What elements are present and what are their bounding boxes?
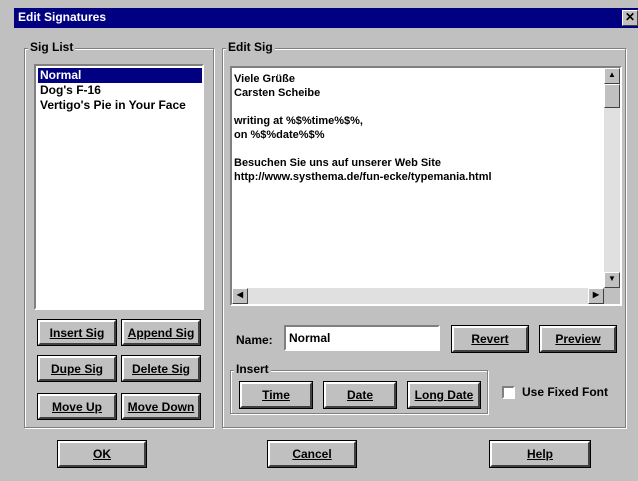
append-sig-button[interactable]: Append Sig (121, 319, 201, 346)
use-fixed-font-checkbox[interactable] (502, 386, 515, 399)
sig-line: http://www.systhema.de/fun-ecke/typemani… (234, 171, 492, 183)
insert-date-button[interactable]: Date (323, 381, 397, 409)
sig-line: writing at %$%time%$%, (234, 115, 363, 127)
insert-group-label: Insert (234, 362, 271, 376)
window-title: Edit Signatures (18, 10, 107, 24)
scrollbar-corner (604, 288, 620, 304)
name-field[interactable]: Normal (284, 325, 440, 351)
signature-textarea[interactable]: Viele Grüße Carsten Scheibe writing at %… (230, 66, 622, 306)
close-button[interactable]: ✕ (622, 10, 638, 26)
help-button[interactable]: Help (489, 440, 591, 468)
revert-button[interactable]: Revert (451, 325, 529, 353)
insert-sig-button[interactable]: Insert Sig (37, 319, 117, 346)
sig-line: Besuchen Sie uns auf unserer Web Site (234, 157, 442, 169)
name-label: Name: (236, 333, 273, 347)
horizontal-scrollbar[interactable]: ◀ ▶ (232, 288, 604, 304)
scroll-thumb[interactable] (604, 84, 620, 108)
cancel-button[interactable]: Cancel (267, 440, 357, 468)
move-up-button[interactable]: Move Up (37, 393, 117, 420)
sig-listbox[interactable]: Normal Dog's F-16 Vertigo's Pie in Your … (34, 64, 204, 310)
close-icon: ✕ (624, 10, 636, 24)
edit-sig-label: Edit Sig (226, 40, 275, 54)
title-bar: Edit Signatures ✕ (14, 8, 638, 28)
list-item[interactable]: Normal (38, 68, 202, 83)
move-down-button[interactable]: Move Down (121, 393, 201, 420)
sig-line (234, 100, 602, 114)
sig-line: Viele Grüße (234, 73, 295, 85)
list-item[interactable]: Vertigo's Pie in Your Face (38, 98, 188, 113)
scroll-left-arrow-icon[interactable]: ◀ (232, 288, 248, 304)
delete-sig-button[interactable]: Delete Sig (121, 355, 201, 382)
insert-time-button[interactable]: Time (239, 381, 313, 409)
list-item[interactable]: Dog's F-16 (38, 83, 103, 98)
preview-button[interactable]: Preview (539, 325, 617, 353)
dupe-sig-button[interactable]: Dupe Sig (37, 355, 117, 382)
sig-line: on %$%date%$% (234, 129, 325, 141)
ok-button[interactable]: OK (57, 440, 147, 468)
sig-line (234, 142, 602, 156)
scroll-up-arrow-icon[interactable]: ▲ (604, 68, 620, 84)
insert-long-date-button[interactable]: Long Date (407, 381, 481, 409)
name-field-value: Normal (289, 331, 331, 345)
signature-text: Viele Grüße Carsten Scheibe writing at %… (234, 72, 602, 184)
sig-list-label: Sig List (28, 40, 76, 54)
scroll-right-arrow-icon[interactable]: ▶ (588, 288, 604, 304)
sig-line: Carsten Scheibe (234, 87, 321, 99)
scroll-down-arrow-icon[interactable]: ▼ (604, 272, 620, 288)
vertical-scrollbar[interactable]: ▲ ▼ (604, 68, 620, 288)
use-fixed-font-label[interactable]: Use Fixed Font (522, 385, 608, 399)
